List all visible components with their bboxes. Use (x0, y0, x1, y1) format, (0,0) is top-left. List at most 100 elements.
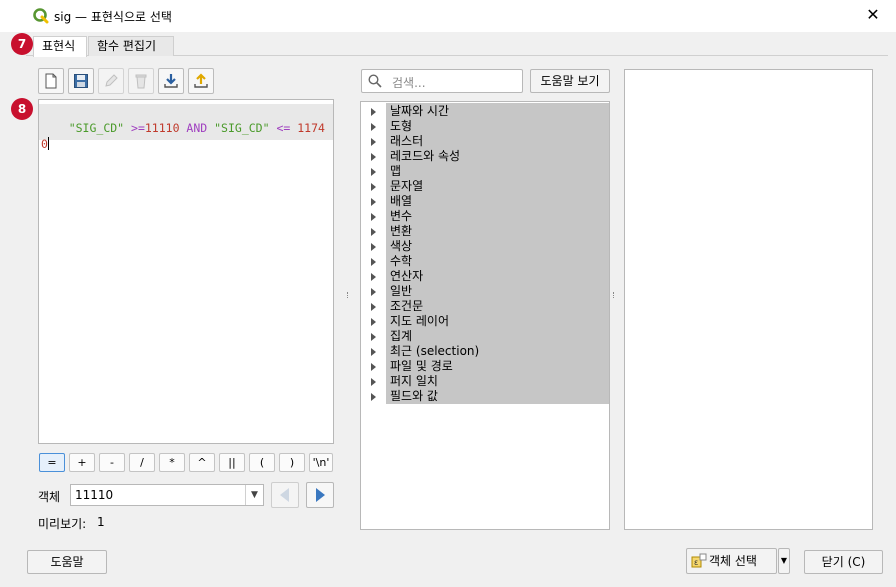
operator-concat-button[interactable]: || (219, 453, 245, 472)
operator-close-paren-button[interactable]: ) (279, 453, 305, 472)
tree-item[interactable]: 날짜와 시간 (361, 104, 609, 119)
tree-item[interactable]: 지도 레이어 (361, 314, 609, 329)
tree-item-label: 색상 (390, 239, 413, 253)
tree-item-label: 일반 (390, 284, 413, 298)
select-expression-icon: ε (691, 553, 707, 568)
search-input[interactable]: 검색... (361, 69, 523, 93)
expand-arrow-icon[interactable] (371, 213, 376, 221)
close-button[interactable]: 닫기 (C) (804, 550, 883, 574)
expand-arrow-icon[interactable] (371, 318, 376, 326)
operator-minus-button[interactable]: - (99, 453, 125, 472)
operator-plus-button[interactable]: + (69, 453, 95, 472)
expand-arrow-icon[interactable] (371, 273, 376, 281)
tree-item[interactable]: 색상 (361, 239, 609, 254)
expand-arrow-icon[interactable] (371, 153, 376, 161)
expression-editor[interactable]: "SIG_CD" >=11110 AND "SIG_CD" <= 11740 (38, 99, 334, 444)
tree-item[interactable]: 변환 (361, 224, 609, 239)
export-icon (194, 73, 208, 88)
operator-open-paren-button[interactable]: ( (249, 453, 275, 472)
tree-item[interactable]: 맵 (361, 164, 609, 179)
save-icon (74, 74, 88, 88)
expand-arrow-icon[interactable] (371, 348, 376, 356)
dropdown-arrow-icon[interactable]: ▼ (245, 485, 263, 505)
previous-feature-button[interactable] (271, 482, 299, 508)
expand-arrow-icon[interactable] (371, 138, 376, 146)
tree-item[interactable]: 일반 (361, 284, 609, 299)
tree-item[interactable]: 조건문 (361, 299, 609, 314)
operator-divide-button[interactable]: / (129, 453, 155, 472)
edit-icon (105, 74, 118, 87)
expand-arrow-icon[interactable] (371, 333, 376, 341)
expand-arrow-icon[interactable] (371, 198, 376, 206)
expand-arrow-icon[interactable] (371, 183, 376, 191)
expand-arrow-icon[interactable] (371, 108, 376, 116)
window-title: sig — 표현식으로 선택 (54, 10, 172, 24)
expand-arrow-icon[interactable] (371, 363, 376, 371)
tree-item[interactable]: 레코드와 속성 (361, 149, 609, 164)
export-expression-button[interactable] (188, 68, 214, 94)
help-button[interactable]: 도움말 (27, 550, 107, 574)
delete-expression-button[interactable] (128, 68, 154, 94)
code-token: >= (124, 121, 145, 135)
import-expression-button[interactable] (158, 68, 184, 94)
operator-multiply-button[interactable]: * (159, 453, 185, 472)
tree-item-label: 래스터 (390, 134, 424, 148)
tree-item-label: 최근 (selection) (390, 344, 480, 358)
preview-value: 1 (97, 515, 105, 529)
new-expression-button[interactable] (38, 68, 64, 94)
tree-item-label: 지도 레이어 (390, 314, 450, 328)
tree-item[interactable]: 퍼지 일치 (361, 374, 609, 389)
tree-item[interactable]: 래스터 (361, 134, 609, 149)
tree-item[interactable]: 도형 (361, 119, 609, 134)
tab-function-editor[interactable]: 함수 편집기 (88, 36, 174, 56)
tree-item-label: 연산자 (390, 269, 424, 283)
tree-item[interactable]: 연산자 (361, 269, 609, 284)
expression-code[interactable]: "SIG_CD" >=11110 AND "SIG_CD" <= 11740 (41, 104, 331, 168)
annotation-badge-7: 7 (11, 33, 33, 55)
tab-expression[interactable]: 표현식 (33, 36, 87, 57)
feature-combobox[interactable]: 11110 ▼ (70, 484, 264, 506)
tree-item[interactable]: 배열 (361, 194, 609, 209)
expand-arrow-icon[interactable] (371, 258, 376, 266)
edit-expression-button[interactable] (98, 68, 124, 94)
select-features-button[interactable]: ε 객체 선택 (686, 548, 777, 574)
tree-item[interactable]: 파일 및 경로 (361, 359, 609, 374)
expand-arrow-icon[interactable] (371, 243, 376, 251)
triangle-right-icon (316, 488, 325, 502)
splitter-handle-right[interactable] (613, 292, 615, 298)
next-feature-button[interactable] (306, 482, 334, 508)
code-token: "SIG_CD" (214, 121, 270, 135)
tree-item[interactable]: 집계 (361, 329, 609, 344)
tree-item-label: 변환 (390, 224, 413, 238)
tree-item[interactable]: 최근 (selection) (361, 344, 609, 359)
select-features-label: 객체 선택 (709, 554, 757, 568)
tree-item-label: 변수 (390, 209, 413, 223)
expand-arrow-icon[interactable] (371, 168, 376, 176)
close-window-button[interactable]: ✕ (864, 6, 882, 24)
tree-item[interactable]: 문자열 (361, 179, 609, 194)
select-options-dropdown[interactable]: ▼ (778, 548, 790, 574)
show-help-button[interactable]: 도움말 보기 (530, 69, 610, 93)
expand-arrow-icon[interactable] (371, 123, 376, 131)
tree-item[interactable]: 변수 (361, 209, 609, 224)
function-tree[interactable]: 날짜와 시간 도형 래스터 레코드와 속성 맵 문자열 배열 변수 변환 색상 수학 연산자 일반 조건문… (360, 101, 610, 530)
tree-item-label: 레코드와 속성 (390, 149, 461, 163)
expand-arrow-icon[interactable] (371, 378, 376, 386)
expand-arrow-icon[interactable] (371, 393, 376, 401)
tree-item[interactable]: 필드와 값 (361, 389, 609, 404)
save-expression-button[interactable] (68, 68, 94, 94)
expand-arrow-icon[interactable] (371, 303, 376, 311)
tree-item-label: 도형 (390, 119, 413, 133)
operator-power-button[interactable]: ^ (189, 453, 215, 472)
operator-equals-button[interactable]: = (39, 453, 65, 472)
expand-arrow-icon[interactable] (371, 228, 376, 236)
tree-item[interactable]: 수학 (361, 254, 609, 269)
splitter-handle-left[interactable] (347, 292, 349, 298)
tree-item-label: 필드와 값 (390, 389, 438, 403)
tree-item-label: 날짜와 시간 (390, 104, 450, 118)
import-icon (164, 74, 178, 88)
new-file-icon (45, 73, 57, 89)
expand-arrow-icon[interactable] (371, 288, 376, 296)
tree-item-label: 조건문 (390, 299, 424, 313)
operator-newline-button[interactable]: '\n' (309, 453, 333, 472)
